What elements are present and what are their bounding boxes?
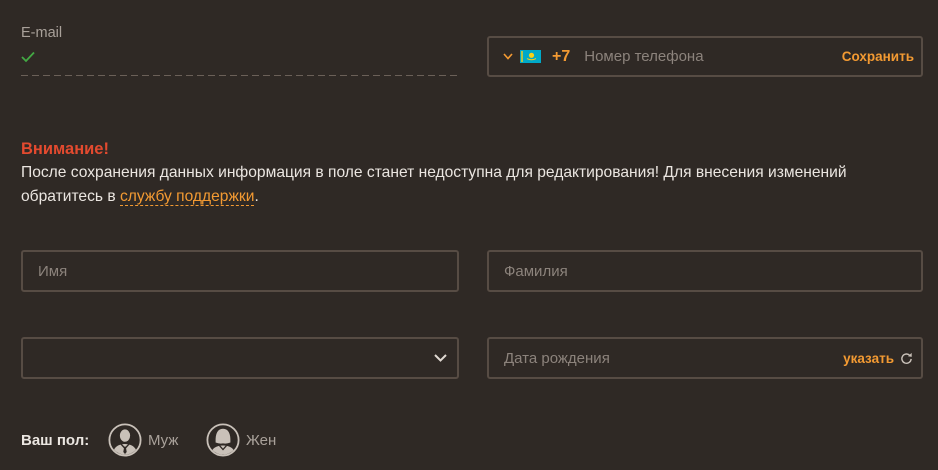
warning-suffix: . [254, 188, 259, 205]
birth-date-field: указать [487, 337, 923, 379]
gender-option-female[interactable]: Жен [206, 423, 276, 457]
phone-field: +7 Сохранить [487, 36, 923, 77]
select-dropdown[interactable] [21, 337, 459, 379]
warning-text: После сохранения данных информация в пол… [21, 161, 891, 209]
gender-option-label: Жен [246, 431, 277, 449]
female-avatar-icon [206, 423, 240, 457]
chevron-down-icon[interactable] [503, 53, 513, 60]
warning-title: Внимание! [21, 140, 109, 158]
male-avatar-icon [108, 423, 142, 457]
chevron-down-icon [434, 354, 447, 362]
last-name-field [487, 250, 923, 292]
first-name-input[interactable] [38, 262, 457, 280]
gender-option-label: Муж [148, 431, 179, 449]
profile-form: E-mail +7 Сохранить Внимание! После сохр… [0, 0, 938, 470]
birth-date-input[interactable] [504, 349, 844, 367]
first-name-field [21, 250, 459, 292]
email-label: E-mail [21, 25, 63, 41]
phone-country-code: +7 [552, 47, 571, 65]
last-name-input[interactable] [504, 262, 921, 280]
warning-notice: Внимание! После сохранения данных информ… [21, 137, 891, 209]
save-phone-button[interactable]: Сохранить [842, 49, 914, 64]
check-icon [21, 50, 35, 63]
support-link[interactable]: службу поддержки [119, 188, 255, 206]
kazakhstan-flag-icon[interactable] [520, 50, 541, 63]
gender-option-male[interactable]: Муж [108, 423, 178, 457]
phone-input[interactable] [584, 48, 842, 65]
email-divider [21, 75, 459, 76]
set-birth-date-button[interactable]: указать [843, 351, 894, 366]
gender-label: Ваш пол: [21, 432, 90, 449]
refresh-icon[interactable] [900, 352, 913, 365]
